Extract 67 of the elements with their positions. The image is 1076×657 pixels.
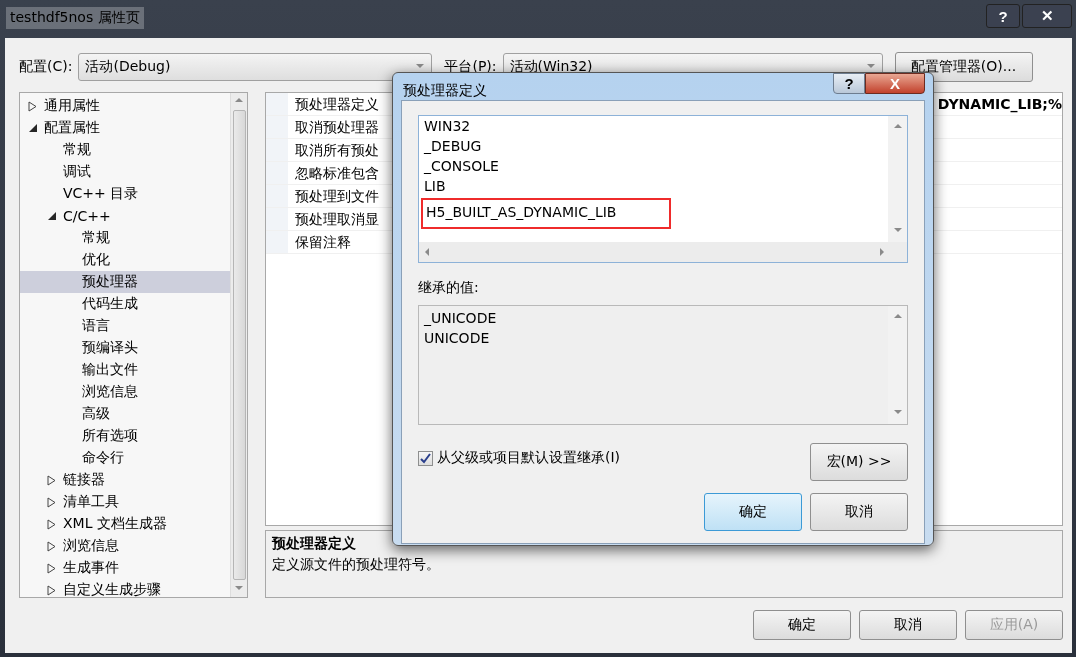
tree-item[interactable]: 代码生成 (20, 293, 230, 315)
description-title: 预处理器定义 (272, 535, 357, 553)
collapsed-triangle-icon[interactable] (28, 100, 37, 112)
tree-item[interactable]: 通用属性 (20, 95, 230, 117)
window-title: testhdf5nos 属性页 (6, 7, 144, 29)
tree-item[interactable]: 调试 (20, 161, 230, 183)
dialog-title: 预处理器定义 (403, 82, 487, 100)
tree-item[interactable]: 常规 (20, 227, 230, 249)
collapsed-triangle-icon[interactable] (47, 584, 56, 596)
tree-item[interactable]: 浏览信息 (20, 535, 230, 557)
inherited-label: 继承的值: (418, 279, 480, 297)
definition-line: _DEBUG (423, 138, 483, 156)
dialog-button[interactable]: 取消 (859, 610, 957, 640)
config-label: 配置(C): (19, 58, 73, 76)
ok-button[interactable]: 确定 (704, 493, 802, 531)
tree-item[interactable]: 输出文件 (20, 359, 230, 381)
tree-item[interactable]: 预编译头 (20, 337, 230, 359)
tree-item[interactable]: XML 文档生成器 (20, 513, 230, 535)
property-name[interactable]: 取消预处理器 (288, 116, 388, 138)
scrollbar[interactable] (230, 93, 247, 597)
definition-line: WIN32 (423, 118, 472, 136)
help-button[interactable]: ? (986, 4, 1020, 28)
expanded-triangle-icon[interactable] (28, 123, 38, 133)
tree-item[interactable]: 高级 (20, 403, 230, 425)
collapsed-triangle-icon[interactable] (47, 562, 56, 574)
tree-item[interactable]: C/C++ (20, 205, 230, 227)
tree-item[interactable]: 语言 (20, 315, 230, 337)
tree-item[interactable]: 预处理器 (20, 271, 230, 293)
tree-item[interactable]: 自定义生成步骤 (20, 579, 230, 597)
platform-label: 平台(P): (444, 58, 497, 76)
property-name[interactable]: 忽略标准包含 (288, 162, 388, 184)
tree-item[interactable]: 常规 (20, 139, 230, 161)
tree-item[interactable]: 命令行 (20, 447, 230, 469)
inherited-value: UNICODE (423, 330, 491, 348)
property-name[interactable]: 预处理器定义 (288, 93, 388, 115)
config-dropdown[interactable]: 活动(Debug) (78, 53, 433, 81)
tree-item[interactable]: 生成事件 (20, 557, 230, 579)
tree-item[interactable]: 优化 (20, 249, 230, 271)
help-button[interactable]: ? (833, 73, 865, 94)
tree-item[interactable]: 浏览信息 (20, 381, 230, 403)
expanded-triangle-icon[interactable] (47, 211, 57, 221)
property-name[interactable]: 保留注释 (288, 231, 388, 253)
collapsed-triangle-icon[interactable] (47, 496, 56, 508)
macro-button[interactable]: 宏(M) >> (810, 443, 908, 481)
definitions-field[interactable]: WIN32 _DEBUG _CONSOLE LIB H5_BUILT_AS_DYNAMIC_LIB (418, 115, 908, 263)
tree-item[interactable]: 配置属性 (20, 117, 230, 139)
tree-item[interactable]: 链接器 (20, 469, 230, 491)
definition-line: LIB (423, 178, 447, 196)
tree-item[interactable]: VC++ 目录 (20, 183, 230, 205)
tree-item[interactable]: 所有选项 (20, 425, 230, 447)
property-name[interactable]: 预处理取消显 (288, 208, 388, 230)
collapsed-triangle-icon[interactable] (47, 540, 56, 552)
definition-line: _CONSOLE (423, 158, 500, 176)
description-text: 定义源文件的预处理符号。 (272, 556, 441, 574)
inherited-value: _UNICODE (423, 310, 498, 328)
property-name[interactable]: 预处理到文件 (288, 185, 388, 207)
tree-item[interactable]: 清单工具 (20, 491, 230, 513)
inherit-checkbox-label: 从父级或项目默认设置继承(I) (437, 449, 621, 467)
cancel-button[interactable]: 取消 (810, 493, 908, 531)
property-name[interactable]: 取消所有预处 (288, 139, 388, 161)
dialog-button[interactable]: 确定 (753, 610, 851, 640)
highlighted-definition: H5_BUILT_AS_DYNAMIC_LIB (421, 198, 671, 229)
scroll-right-icon[interactable] (877, 247, 887, 257)
inherit-checkbox[interactable] (418, 450, 433, 466)
collapsed-triangle-icon[interactable] (47, 474, 56, 486)
close-button[interactable]: ✕ (1022, 4, 1072, 28)
collapsed-triangle-icon[interactable] (47, 518, 56, 530)
